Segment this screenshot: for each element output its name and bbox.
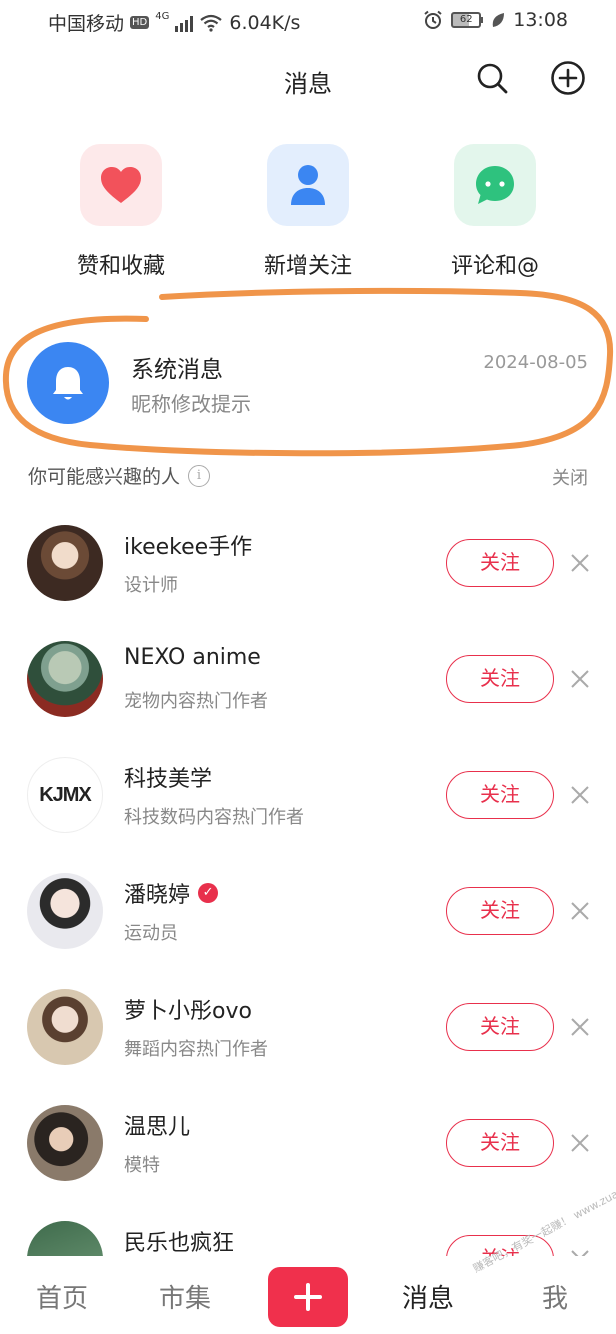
follow-button[interactable]: 关注: [446, 655, 554, 703]
list-item[interactable]: 潘晓婷 ✓ 运动员 关注: [0, 853, 616, 969]
avatar[interactable]: [27, 641, 103, 717]
list-item[interactable]: ikeekee手作 设计师 关注: [0, 505, 616, 621]
heart-icon: [101, 167, 141, 203]
user-name: 萝卜小彤ovo: [124, 993, 252, 1025]
system-message-subtitle: 昵称修改提示: [131, 392, 251, 416]
avatar[interactable]: [27, 873, 103, 949]
bottom-tab-bar: 首页 市集 消息 我: [0, 1256, 616, 1334]
avatar[interactable]: [27, 1105, 103, 1181]
user-name: 潘晓婷 ✓: [124, 877, 219, 909]
list-item[interactable]: 萝卜小彤ovo 舞蹈内容热门作者 关注: [0, 969, 616, 1085]
close-icon[interactable]: [568, 1015, 592, 1039]
plus-icon: [294, 1283, 322, 1311]
user-name: 民乐也疯狂: [124, 1225, 234, 1257]
tab-home[interactable]: 首页: [36, 1278, 88, 1315]
alarm-icon: [424, 10, 442, 29]
close-icon[interactable]: [568, 783, 592, 807]
close-icon[interactable]: [568, 1131, 592, 1155]
tab-market[interactable]: 市集: [159, 1278, 211, 1315]
carrier-label: 中国移动: [48, 13, 125, 35]
battery-level: 62: [451, 12, 482, 28]
close-icon[interactable]: [568, 551, 592, 575]
clock-time: 13:08: [513, 9, 568, 31]
user-description: 舞蹈内容热门作者: [124, 1039, 268, 1060]
user-name: 科技美学: [124, 761, 212, 793]
user-name: NEXO anime: [124, 645, 261, 670]
status-bar: 中国移动 HD 4G 6.04K/s 62 13:08: [0, 0, 616, 44]
suggestions-title: 你可能感兴趣的人: [28, 466, 181, 488]
leaf-icon: [492, 13, 505, 27]
avatar[interactable]: [27, 989, 103, 1065]
tab-messages[interactable]: 消息: [402, 1278, 454, 1315]
follow-button[interactable]: 关注: [446, 1119, 554, 1167]
follow-button[interactable]: 关注: [446, 539, 554, 587]
person-icon: [291, 165, 325, 205]
user-name-text: 萝卜小彤ovo: [124, 999, 252, 1024]
new-followers[interactable]: 新增关注: [228, 140, 388, 280]
user-description: 运动员: [124, 923, 178, 944]
follow-button[interactable]: 关注: [446, 1003, 554, 1051]
battery-icon: 62: [451, 12, 484, 28]
close-icon[interactable]: [568, 899, 592, 923]
user-name: 温思儿: [124, 1109, 190, 1141]
avatar-logo-text: KJMX: [39, 783, 92, 806]
user-name-text: 民乐也疯狂: [124, 1231, 235, 1256]
user-name-text: 科技美学: [124, 767, 213, 792]
header: 消息: [0, 44, 616, 114]
list-item[interactable]: NEXO anime 宠物内容热门作者 关注: [0, 621, 616, 737]
plus-circle-icon: [551, 61, 585, 95]
list-item[interactable]: KJMX 科技美学 科技数码内容热门作者 关注: [0, 737, 616, 853]
person-icon-tile: [267, 144, 349, 226]
user-name-text: NEXO anime: [124, 645, 261, 670]
close-suggestions-button[interactable]: 关闭: [552, 464, 588, 490]
chat-bubble-icon: [476, 166, 514, 204]
user-description: 模特: [124, 1155, 160, 1176]
avatar[interactable]: KJMX: [27, 757, 103, 833]
add-button[interactable]: [548, 58, 588, 98]
follow-button[interactable]: 关注: [446, 771, 554, 819]
heart-icon-tile: [80, 144, 162, 226]
system-message-title: 系统消息: [131, 357, 223, 383]
publish-button[interactable]: [268, 1267, 348, 1327]
close-icon[interactable]: [568, 667, 592, 691]
avatar[interactable]: [27, 525, 103, 601]
tab-me[interactable]: 我: [542, 1278, 568, 1315]
bell-icon: [53, 367, 83, 400]
list-item[interactable]: 温思儿 模特 关注: [0, 1085, 616, 1201]
user-name: ikeekee手作: [124, 529, 252, 561]
info-icon[interactable]: i: [188, 464, 211, 487]
search-button[interactable]: [472, 58, 512, 98]
likes-and-collects[interactable]: 赞和收藏: [41, 140, 201, 280]
user-name-text: 温思儿: [124, 1115, 191, 1140]
suggestions-header: 你可能感兴趣的人 i 关闭: [0, 458, 616, 494]
status-left: 中国移动 HD 4G 6.04K/s: [48, 9, 300, 36]
follow-button[interactable]: 关注: [446, 887, 554, 935]
chat-icon-tile: [454, 144, 536, 226]
page-title: 消息: [284, 70, 332, 98]
network-speed: 6.04K/s: [229, 11, 301, 34]
user-description: 科技数码内容热门作者: [124, 807, 304, 828]
wifi-icon: [200, 14, 223, 32]
user-name-text: ikeekee手作: [124, 535, 253, 560]
quick-action-label: 评论和@: [450, 254, 539, 279]
hd-badge: HD: [130, 16, 150, 29]
system-message-row[interactable]: 系统消息 昵称修改提示 2024-08-05: [0, 330, 616, 440]
user-name-text: 潘晓婷: [124, 883, 191, 908]
bell-avatar: [27, 342, 109, 424]
status-right: 62 13:08: [423, 9, 568, 31]
signal-icon: [175, 14, 194, 32]
user-description: 设计师: [124, 575, 178, 596]
search-icon: [477, 63, 508, 94]
quick-actions: 赞和收藏 新增关注 评论和@: [0, 140, 616, 280]
network-type: 4G: [155, 11, 170, 22]
user-description: 宠物内容热门作者: [124, 691, 268, 712]
verified-badge-icon: ✓: [198, 883, 219, 903]
quick-action-label: 新增关注: [263, 254, 352, 279]
quick-action-label: 赞和收藏: [76, 254, 165, 279]
system-message-date: 2024-08-05: [483, 352, 588, 373]
suggestions-title-group: 你可能感兴趣的人 i: [28, 462, 211, 489]
comments-and-mentions[interactable]: 评论和@: [415, 140, 575, 280]
